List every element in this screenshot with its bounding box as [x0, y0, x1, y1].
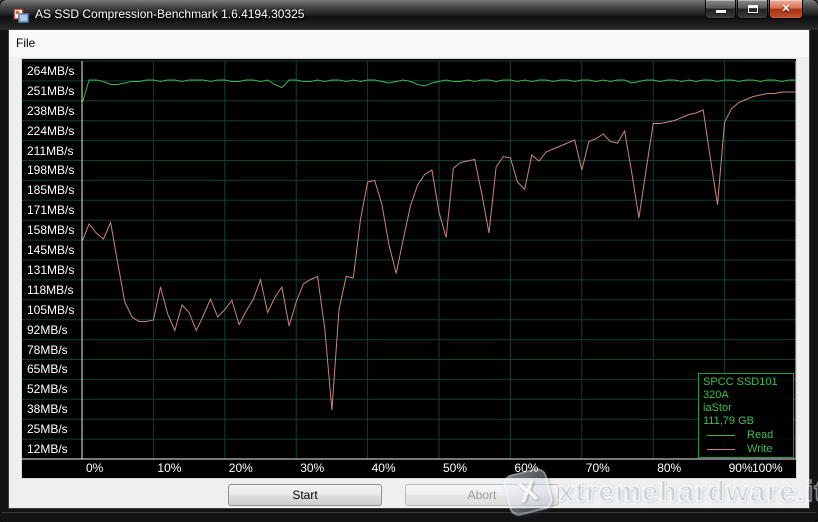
client-area: File 264MB/s251MB/s238MB/s224MB/s211MB/s… [9, 30, 809, 508]
y-axis-label: 185MB/s [27, 180, 74, 200]
app-icon[interactable] [13, 7, 29, 23]
x-axis-label: 50% [443, 461, 467, 475]
x-axis-label: 100% [752, 461, 783, 475]
y-axis-label: 52MB/s [27, 379, 68, 399]
read-line-sample [707, 435, 735, 436]
x-axis-label: 90% [729, 461, 753, 475]
x-axis-label: 60% [514, 461, 538, 475]
app-window: AS SSD Compression-Benchmark 1.6.4194.30… [0, 0, 818, 522]
y-axis-label: 118MB/s [27, 280, 73, 300]
compression-benchmark-chart: 264MB/s251MB/s238MB/s224MB/s211MB/s198MB… [21, 58, 797, 479]
y-axis-label: 198MB/s [27, 161, 74, 181]
y-axis-label: 25MB/s [27, 419, 68, 439]
x-axis-label: 80% [657, 461, 681, 475]
x-axis-label: 20% [229, 461, 253, 475]
x-axis-label: 10% [157, 461, 181, 475]
y-axis-label: 251MB/s [27, 81, 74, 101]
legend-firmware: 320A [703, 389, 793, 402]
legend-write-label: Write [747, 443, 772, 456]
y-axis-label: 264MB/s [27, 61, 74, 81]
legend-device-name: SPCC SSD101 [703, 376, 793, 389]
y-axis-label: 12MB/s [27, 439, 68, 459]
y-axis-label: 238MB/s [27, 101, 74, 121]
legend-read-row: Read [703, 429, 793, 442]
write-line-sample [707, 449, 735, 450]
x-axis-label: 70% [586, 461, 610, 475]
window-frame-groove [2, 512, 816, 513]
y-axis-label: 145MB/s [27, 240, 74, 260]
legend-capacity: 111,79 GB [703, 415, 793, 428]
menu-bar: File [9, 30, 809, 57]
minimize-icon [716, 10, 726, 13]
legend-driver: iaStor [703, 402, 793, 415]
window-title: AS SSD Compression-Benchmark 1.6.4194.30… [35, 7, 304, 21]
x-axis-label: 0% [86, 461, 103, 475]
maximize-button[interactable] [737, 0, 768, 19]
chart-plot [22, 59, 796, 478]
menu-file[interactable]: File [9, 30, 42, 55]
close-button[interactable]: ✕ [769, 0, 803, 19]
window-controls: ✕ [704, 0, 803, 20]
x-axis-label: 30% [300, 461, 324, 475]
x-axis-label: 40% [372, 461, 396, 475]
y-axis-label: 211MB/s [27, 141, 73, 161]
start-button[interactable]: Start [228, 484, 382, 506]
minimize-button[interactable] [705, 0, 736, 19]
y-axis-label: 171MB/s [27, 200, 74, 220]
y-axis-label: 131MB/s [27, 260, 74, 280]
maximize-icon [748, 5, 758, 13]
abort-button[interactable]: Abort [405, 484, 559, 506]
y-axis-label: 224MB/s [27, 121, 74, 141]
titlebar[interactable]: AS SSD Compression-Benchmark 1.6.4194.30… [0, 0, 818, 30]
legend-write-row: Write [703, 443, 793, 456]
y-axis-label: 105MB/s [27, 300, 74, 320]
y-axis-label: 92MB/s [27, 320, 68, 340]
y-axis-label: 78MB/s [27, 340, 68, 360]
close-icon: ✕ [781, 4, 790, 15]
y-axis-label: 158MB/s [27, 220, 74, 240]
y-axis-label: 38MB/s [27, 399, 68, 419]
chart-legend: SPCC SSD101 320A iaStor 111,79 GB Read W… [698, 373, 794, 458]
as-ssd-app-icon [13, 7, 29, 23]
y-axis-label: 65MB/s [27, 360, 68, 380]
legend-read-label: Read [747, 429, 773, 442]
